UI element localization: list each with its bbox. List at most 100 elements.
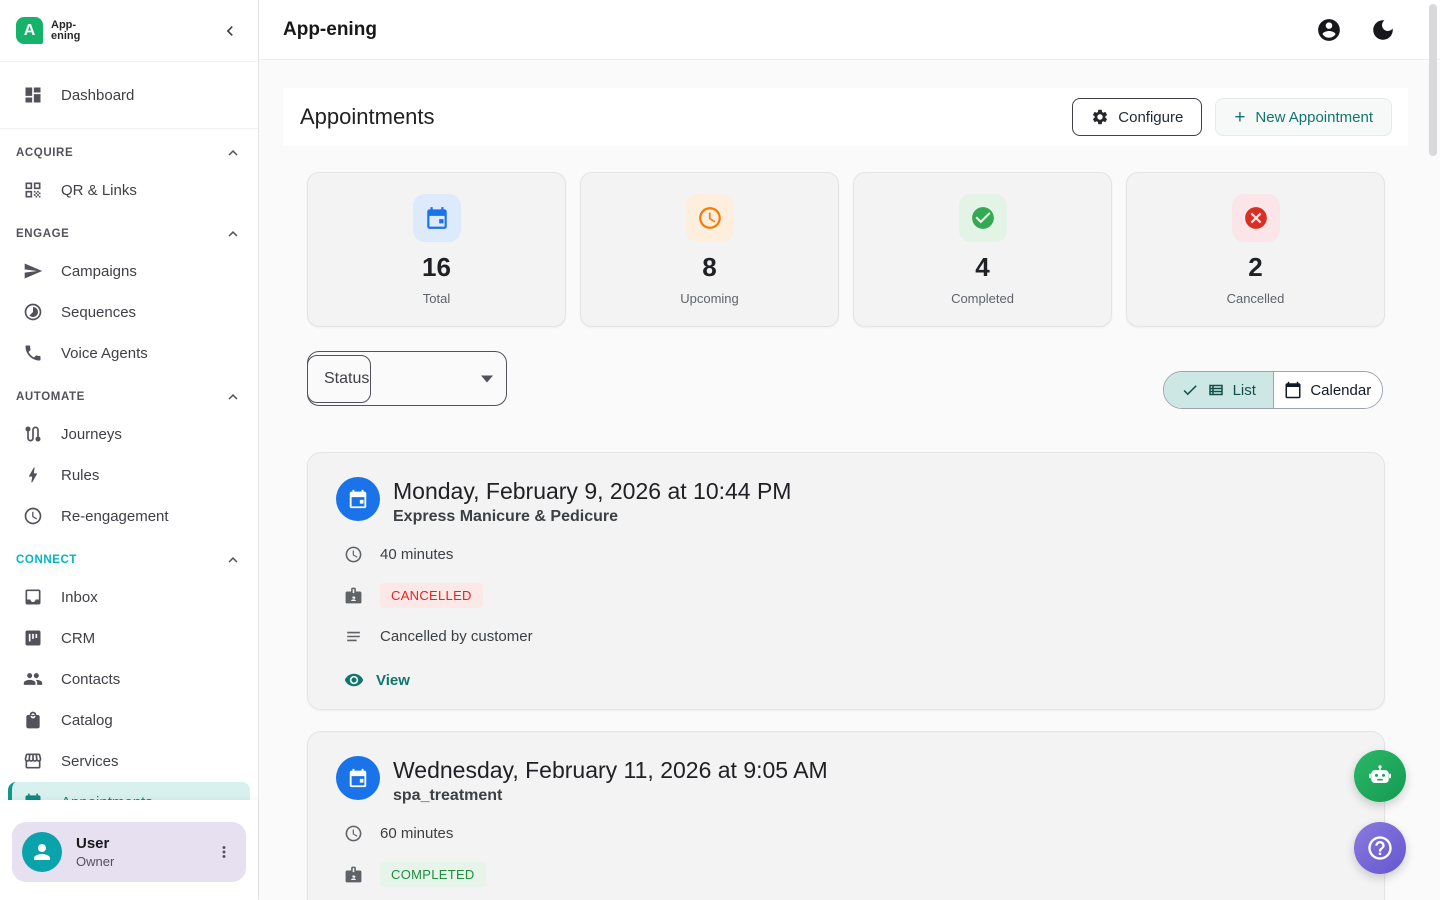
status-select-label: Status	[324, 370, 369, 388]
kanban-icon	[22, 627, 44, 649]
sidebar-item-crm[interactable]: CRM	[8, 618, 250, 658]
content-area: Appointments Configure + New Appointment…	[259, 60, 1440, 900]
appointment-datetime: Wednesday, February 11, 2026 at 9:05 AM	[393, 756, 828, 784]
qr-code-icon	[22, 179, 44, 201]
scrollbar-thumb[interactable]	[1429, 4, 1437, 156]
appointment-calendar-icon	[336, 477, 380, 521]
chevron-up-icon	[224, 225, 242, 243]
sidebar-item-label: CRM	[61, 630, 95, 647]
sidebar-item-qr-links[interactable]: QR & Links	[8, 170, 250, 210]
appointment-duration: 40 minutes	[380, 546, 453, 563]
shopping-bag-icon	[22, 709, 44, 731]
appointment-calendar-icon	[336, 756, 380, 800]
chatbot-fab-button[interactable]	[1354, 750, 1406, 802]
appointment-status-row: CANCELLED	[344, 583, 1356, 608]
stat-value: 16	[422, 252, 451, 283]
sidebar-item-catalog[interactable]: Catalog	[8, 700, 250, 740]
stat-card-cancelled: 2 Cancelled	[1126, 172, 1385, 327]
calendar-icon	[413, 194, 461, 242]
sidebar: A App- ening Dashboard ACQUIRE QR & Link…	[0, 0, 259, 900]
appointment-datetime: Monday, February 9, 2026 at 10:44 PM	[393, 477, 791, 505]
configure-button[interactable]: Configure	[1072, 98, 1202, 136]
sidebar-item-label: Inbox	[61, 589, 98, 606]
stats-row: 16 Total 8 Upcoming 4 Completed	[307, 172, 1385, 327]
account-circle-icon[interactable]	[1316, 17, 1342, 43]
stat-value: 8	[702, 252, 716, 283]
sidebar-item-label: Voice Agents	[61, 345, 148, 362]
sidebar-item-services[interactable]: Services	[8, 741, 250, 781]
chevron-up-icon	[224, 144, 242, 162]
sidebar-item-campaigns[interactable]: Campaigns	[8, 251, 250, 291]
phone-icon	[22, 342, 44, 364]
user-name: User	[76, 835, 212, 852]
user-meta: User Owner	[76, 835, 212, 869]
main-area: App-ening Appointments Configure + New A…	[259, 0, 1440, 900]
view-link[interactable]: View	[344, 670, 1356, 690]
app-header-title: App-ening	[283, 19, 377, 41]
view-toggle-calendar[interactable]: Calendar	[1274, 372, 1383, 408]
badge-icon	[344, 865, 363, 884]
appointment-service: Express Manicure & Pedicure	[393, 508, 791, 526]
sidebar-item-label: Rules	[61, 467, 99, 484]
clock-icon	[344, 545, 363, 564]
chatbot-robot-icon	[1366, 762, 1394, 790]
stat-card-upcoming: 8 Upcoming	[580, 172, 839, 327]
section-header-acquire[interactable]: ACQUIRE	[16, 138, 242, 168]
stat-label: Cancelled	[1227, 291, 1285, 306]
people-icon	[22, 668, 44, 690]
check-icon	[1181, 381, 1199, 399]
sidebar-item-label: Campaigns	[61, 263, 137, 280]
dark-mode-moon-icon[interactable]	[1370, 17, 1396, 43]
calendar-icon	[1284, 381, 1302, 399]
status-filter-select[interactable]: Status	[307, 351, 507, 406]
dropdown-caret-icon	[481, 375, 493, 382]
sidebar-item-sequences[interactable]: Sequences	[8, 292, 250, 332]
appointment-note: Cancelled by customer	[380, 628, 533, 645]
appointment-status-row: COMPLETED	[344, 862, 1356, 887]
inbox-icon	[22, 586, 44, 608]
appointment-duration-row: 40 minutes	[344, 545, 1356, 564]
clock-icon	[686, 194, 734, 242]
route-icon	[22, 423, 44, 445]
badge-icon	[344, 586, 363, 605]
sidebar-item-voice-agents[interactable]: Voice Agents	[8, 333, 250, 373]
section-header-automate[interactable]: AUTOMATE	[16, 382, 242, 412]
help-icon	[1366, 834, 1394, 862]
new-appointment-button[interactable]: + New Appointment	[1215, 98, 1392, 136]
stat-card-completed: 4 Completed	[853, 172, 1112, 327]
top-header: App-ening	[259, 0, 1440, 60]
timelapse-icon	[22, 301, 44, 323]
section-header-engage[interactable]: ENGAGE	[16, 219, 242, 249]
avatar	[22, 832, 62, 872]
sidebar-item-rules[interactable]: Rules	[8, 455, 250, 495]
sidebar-item-dashboard[interactable]: Dashboard	[8, 75, 250, 115]
send-icon	[22, 260, 44, 282]
user-menu-button[interactable]	[212, 840, 236, 864]
app-logo: A App- ening	[16, 17, 80, 44]
user-card[interactable]: User Owner	[12, 822, 246, 882]
chevron-up-icon	[224, 388, 242, 406]
sidebar-item-journeys[interactable]: Journeys	[8, 414, 250, 454]
user-panel: User Owner	[0, 800, 258, 900]
help-fab-button[interactable]	[1354, 822, 1406, 874]
sidebar-item-inbox[interactable]: Inbox	[8, 577, 250, 617]
clock-icon	[344, 824, 363, 843]
stat-label: Upcoming	[680, 291, 739, 306]
gear-icon	[1091, 108, 1109, 126]
plus-icon: +	[1234, 108, 1245, 127]
sidebar-item-label: Sequences	[61, 304, 136, 321]
sidebar-collapse-button[interactable]	[218, 19, 242, 43]
sidebar-item-label: Services	[61, 753, 119, 770]
sidebar-item-label: Journeys	[61, 426, 122, 443]
view-toggle-list[interactable]: List	[1164, 372, 1274, 408]
check-circle-icon	[959, 194, 1007, 242]
sidebar-item-label: Catalog	[61, 712, 113, 729]
status-badge: COMPLETED	[380, 862, 486, 887]
section-header-connect[interactable]: CONNECT	[16, 545, 242, 575]
page-title: Appointments	[300, 104, 435, 130]
person-icon	[30, 840, 54, 864]
eye-icon	[344, 670, 364, 690]
storefront-icon	[22, 750, 44, 772]
sidebar-item-contacts[interactable]: Contacts	[8, 659, 250, 699]
sidebar-item-re-engagement[interactable]: Re-engagement	[8, 496, 250, 536]
